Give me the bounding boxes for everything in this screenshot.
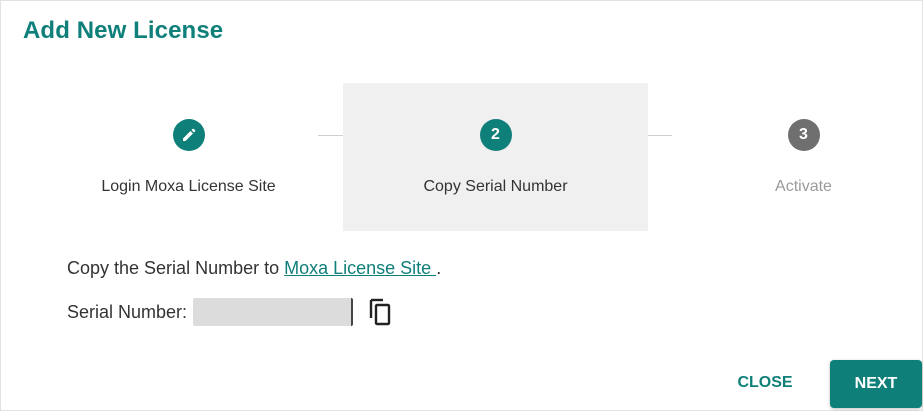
next-button[interactable]: NEXT — [830, 360, 922, 408]
moxa-license-site-link[interactable]: Moxa License Site — [284, 258, 436, 278]
pencil-icon — [172, 119, 205, 151]
copy-instruction-suffix: . — [436, 258, 442, 278]
serial-number-label: Serial Number: — [67, 301, 188, 322]
stepper: Login Moxa License Site 2 Copy Serial Nu… — [36, 83, 891, 231]
step-label-copy-serial: Copy Serial Number — [423, 178, 568, 195]
serial-number-row: Serial Number: — [67, 297, 393, 327]
step-label-activate: Activate — [775, 178, 832, 195]
copy-icon[interactable] — [367, 297, 393, 327]
dialog-title: Add New License — [23, 17, 224, 44]
step-number-2: 2 — [479, 119, 512, 151]
close-button[interactable]: CLOSE — [719, 363, 811, 403]
step-copy-serial: 2 Copy Serial Number — [343, 83, 648, 231]
serial-number-value — [193, 298, 354, 326]
step-number-3: 3 — [787, 119, 820, 151]
copy-instruction-prefix: Copy the Serial Number to — [67, 258, 285, 278]
step-label-login: Login Moxa License Site — [101, 178, 276, 195]
step-activate: 3 Activate — [651, 83, 923, 231]
add-license-dialog: Add New License Login Moxa License Site … — [0, 0, 923, 411]
step-login: Login Moxa License Site — [36, 83, 341, 231]
copy-instruction: Copy the Serial Number to Moxa License S… — [67, 258, 441, 279]
